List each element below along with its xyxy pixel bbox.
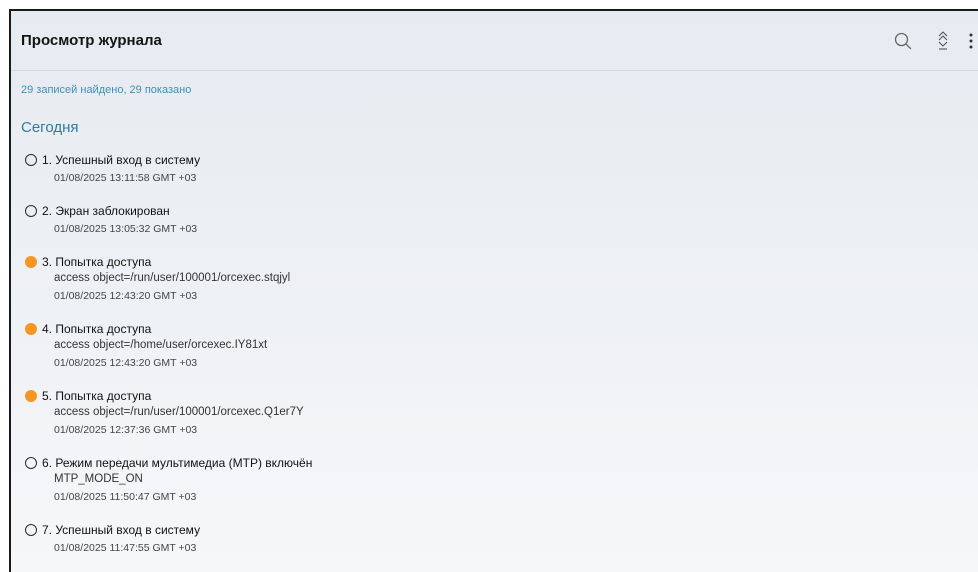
log-entry-title: 1. Успешный вход в систему bbox=[42, 153, 201, 167]
app-bar: Просмотр журнала bbox=[11, 11, 978, 71]
log-entry-timestamp: 01/08/2025 12:43:20 GMT +03 bbox=[54, 357, 198, 369]
log-entry-detail: access object=/run/user/100001/orcexec.Q… bbox=[54, 406, 304, 418]
log-entry-detail: access object=/home/user/orcexec.IY81xt bbox=[54, 339, 268, 351]
log-entry-title: 5. Попытка доступа bbox=[42, 389, 152, 403]
normal-status-icon bbox=[25, 154, 37, 166]
log-entry-title: 7. Успешный вход в систему bbox=[42, 523, 201, 537]
log-entry-body: 1. Успешный вход в систему 01/08/2025 13:… bbox=[42, 153, 200, 185]
results-summary: 29 записей найдено, 29 показано bbox=[21, 84, 192, 96]
log-entry[interactable]: 2. Экран заблокирован 01/08/2025 13:05:32… bbox=[25, 204, 978, 236]
normal-status-icon bbox=[25, 457, 37, 469]
log-entry[interactable]: 1. Успешный вход в систему 01/08/2025 13:… bbox=[25, 153, 978, 185]
log-entry-body: 3. Попытка доступа access object=/run/use… bbox=[42, 255, 290, 303]
log-entry-body: 5. Попытка доступа access object=/run/use… bbox=[42, 389, 304, 437]
log-entry-body: 2. Экран заблокирован 01/08/2025 13:05:32… bbox=[42, 204, 197, 236]
log-entry-detail: MTP_MODE_ON bbox=[54, 473, 143, 485]
log-entry-body: 7. Успешный вход в систему 01/08/2025 11:… bbox=[42, 523, 200, 555]
log-entry-timestamp: 01/08/2025 13:11:58 GMT +03 bbox=[54, 172, 197, 184]
log-viewer-window: Просмотр журнала 29 записей найдено, 29 … bbox=[9, 9, 978, 572]
log-entry-timestamp: 01/08/2025 11:50:47 GMT +03 bbox=[54, 491, 197, 503]
more-vertical-icon[interactable] bbox=[964, 28, 978, 54]
log-entry-detail: access object=/run/user/100001/orcexec.s… bbox=[54, 272, 291, 284]
warning-status-icon bbox=[25, 256, 37, 268]
log-entry-timestamp: 01/08/2025 11:47:55 GMT +03 bbox=[54, 542, 197, 554]
log-entry[interactable]: 7. Успешный вход в систему 01/08/2025 11:… bbox=[25, 523, 978, 555]
page-title: Просмотр журнала bbox=[21, 32, 162, 49]
log-entry[interactable]: 5. Попытка доступа access object=/run/use… bbox=[25, 389, 978, 437]
log-entry-title: 6. Режим передачи мультимедиа (MTP) вклю… bbox=[42, 456, 313, 470]
search-icon[interactable] bbox=[890, 28, 916, 54]
warning-status-icon bbox=[25, 323, 37, 335]
warning-status-icon bbox=[25, 390, 37, 402]
log-entry-list: 1. Успешный вход в систему 01/08/2025 13:… bbox=[11, 153, 978, 555]
app-bar-actions bbox=[876, 28, 978, 54]
log-entry-timestamp: 01/08/2025 12:37:36 GMT +03 bbox=[54, 424, 198, 436]
expand-collapse-icon[interactable] bbox=[930, 28, 956, 54]
section-title-today: Сегодня bbox=[21, 119, 79, 136]
log-entry-body: 4. Попытка доступа access object=/home/us… bbox=[42, 322, 267, 370]
log-entry[interactable]: 3. Попытка доступа access object=/run/use… bbox=[25, 255, 978, 303]
log-entry[interactable]: 4. Попытка доступа access object=/home/us… bbox=[25, 322, 978, 370]
normal-status-icon bbox=[25, 205, 37, 217]
log-entry-timestamp: 01/08/2025 13:05:32 GMT +03 bbox=[54, 223, 198, 235]
log-entry-timestamp: 01/08/2025 12:43:20 GMT +03 bbox=[54, 290, 198, 302]
log-entry-title: 4. Попытка доступа bbox=[42, 322, 152, 336]
log-entry-title: 2. Экран заблокирован bbox=[42, 204, 170, 218]
log-entry-title: 3. Попытка доступа bbox=[42, 255, 152, 269]
log-entry[interactable]: 6. Режим передачи мультимедиа (MTP) вклю… bbox=[25, 456, 978, 504]
log-entry-body: 6. Режим передачи мультимедиа (MTP) вклю… bbox=[42, 456, 312, 504]
normal-status-icon bbox=[25, 524, 37, 536]
